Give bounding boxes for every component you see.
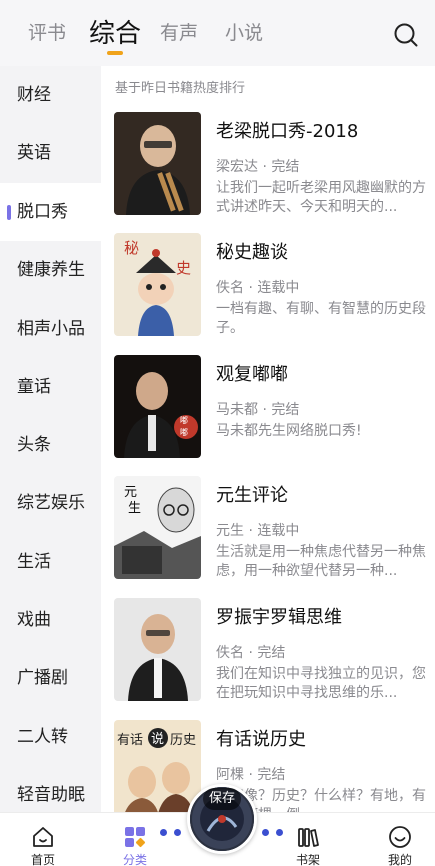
sidebar-item-fairytale[interactable]: 童话 [0,358,101,416]
nav-home[interactable]: 首页 [13,813,73,866]
sidebar-item-label: 轻音助眠 [17,785,85,805]
book-description: 我们在知识中寻找独立的见识，您在把玩知识中寻找思维的乐... [216,666,426,701]
list-item[interactable]: 老梁脱口秀-2018 梁宏达 · 完结 让我们一起听老梁用风趣幽默的方式讲述昨天… [101,112,435,233]
svg-text:有话: 有话 [117,733,143,748]
sidebar-item-label: 综艺娱乐 [17,493,85,513]
category-sidebar: 财经 英语 脱口秀 健康养生 相声小品 童话 头条 综艺娱乐 生活 戏曲 广播剧… [0,66,101,812]
dot [276,829,283,836]
nav-label: 首页 [30,853,55,866]
book-title: 老梁脱口秀-2018 [216,121,359,142]
svg-text:秘: 秘 [124,239,139,257]
list-item[interactable]: 有话 说 历史 有话说历史 阿棵 · 完结 有点像？历史？什么样？有地，有地，阿… [101,720,435,812]
nav-bookshelf[interactable]: 书架 [278,813,338,866]
book-title: 观复嘟嘟 [216,364,288,385]
sidebar-item-label: 脱口秀 [17,202,68,222]
dot [174,829,181,836]
sidebar-item-label: 戏曲 [17,610,51,630]
svg-text:元: 元 [124,485,137,500]
active-tab-indicator [107,51,123,55]
book-cover [114,112,201,215]
book-cover: 元 生 [114,476,201,579]
svg-text:嘟: 嘟 [180,415,188,425]
sidebar-item-health[interactable]: 健康养生 [0,241,101,299]
list-item[interactable]: 罗振宇罗辑思维 佚名 · 完结 我们在知识中寻找独立的见识，您在把玩知识中寻找思… [101,598,435,719]
svg-text:嘟: 嘟 [180,427,188,437]
sidebar-item-label: 相声小品 [17,319,85,339]
svg-text:历史: 历史 [170,733,196,748]
nav-profile[interactable]: 我的 [370,813,430,866]
ranking-hint: 基于昨日书籍热度排行 [115,81,246,96]
search-icon[interactable] [393,22,419,48]
sidebar-item-variety[interactable]: 综艺娱乐 [0,474,101,532]
sidebar-item-label: 生活 [17,552,51,572]
sidebar-item-headlines[interactable]: 头条 [0,416,101,474]
book-meta: 佚名 · 完结 [216,645,286,661]
sidebar-item-sleep[interactable]: 轻音助眠 [0,766,101,812]
sidebar-item-label: 头条 [17,435,51,455]
sidebar-item-label: 童话 [17,377,51,397]
sidebar-item-label: 广播剧 [17,668,68,688]
book-description: 马未都先生网络脱口秀! [216,423,362,439]
active-category-marker [7,205,11,220]
sidebar-item-label: 财经 [17,85,51,105]
book-meta: 梁宏达 · 完结 [216,159,300,175]
category-icon [123,825,147,849]
book-meta: 马未都 · 完结 [216,402,300,418]
nav-category[interactable]: 分类 [105,813,165,866]
svg-text:说: 说 [151,732,164,747]
list-item[interactable]: 秘 史 秘史趣谈 佚名 · 连载中 一档有趣、有聊、有智慧的历史段子。 [101,233,435,354]
sidebar-item-opera[interactable]: 戏曲 [0,591,101,649]
sidebar-item-errenzhuan[interactable]: 二人转 [0,708,101,766]
tab-zonghe[interactable]: 综合 [89,13,141,50]
list-item[interactable]: 元 生 元生评论 元生 · 连载中 生活就是用一种焦虑代替另一种焦虑，用一种欲望… [101,476,435,597]
book-description: 让我们一起听老梁用风趣幽默的方式讲述昨天、今天和明天的... [216,180,426,215]
player-progress-dots [262,829,302,837]
book-meta: 佚名 · 连载中 [216,280,300,296]
book-description: 生活就是用一种焦虑代替另一种焦虑，用一种欲望代替另一种... [216,544,426,579]
sidebar-item-crosstalk[interactable]: 相声小品 [0,300,101,358]
dot [262,829,269,836]
book-cover: 嘟 嘟 [114,355,201,458]
sidebar-item-label: 二人转 [17,727,68,747]
book-cover [114,598,201,701]
profile-icon [388,825,412,849]
tab-pingshu[interactable]: 评书 [28,18,66,45]
sidebar-item-english[interactable]: 英语 [0,124,101,182]
home-icon [31,825,55,849]
dot [160,829,167,836]
player-tag: 保存 [203,788,242,810]
book-list: 基于昨日书籍热度排行 老梁脱口秀-2018 梁宏达 · 完结 让我们一起听老梁用… [101,66,435,812]
book-meta: 阿棵 · 完结 [216,767,286,783]
sidebar-item-label: 英语 [17,143,51,163]
book-cover: 有话 说 历史 [114,720,201,812]
tab-yousheng[interactable]: 有声 [160,18,198,45]
nav-label: 我的 [387,853,412,866]
tab-xiaoshuo[interactable]: 小说 [225,18,263,45]
list-item[interactable]: 嘟 嘟 观复嘟嘟 马未都 · 完结 马未都先生网络脱口秀! [101,355,435,476]
svg-text:史: 史 [176,259,191,277]
book-title: 秘史趣谈 [216,242,288,263]
top-tab-bar: 评书 综合 有声 小说 [0,0,435,66]
sidebar-item-radio-drama[interactable]: 广播剧 [0,649,101,707]
sidebar-item-finance[interactable]: 财经 [0,66,101,124]
book-title: 有话说历史 [216,729,306,750]
book-description: 一档有趣、有聊、有智慧的历史段子。 [216,301,426,336]
nav-label: 书架 [295,853,320,866]
sidebar-item-label: 健康养生 [17,260,85,280]
svg-text:生: 生 [128,501,141,516]
sidebar-item-life[interactable]: 生活 [0,533,101,591]
book-meta: 元生 · 连载中 [216,523,300,539]
book-title: 罗振宇罗辑思维 [216,607,342,628]
nav-label: 分类 [122,853,147,866]
book-title: 元生评论 [216,485,288,506]
book-cover: 秘 史 [114,233,201,336]
sidebar-item-talkshow[interactable]: 脱口秀 [0,183,101,241]
